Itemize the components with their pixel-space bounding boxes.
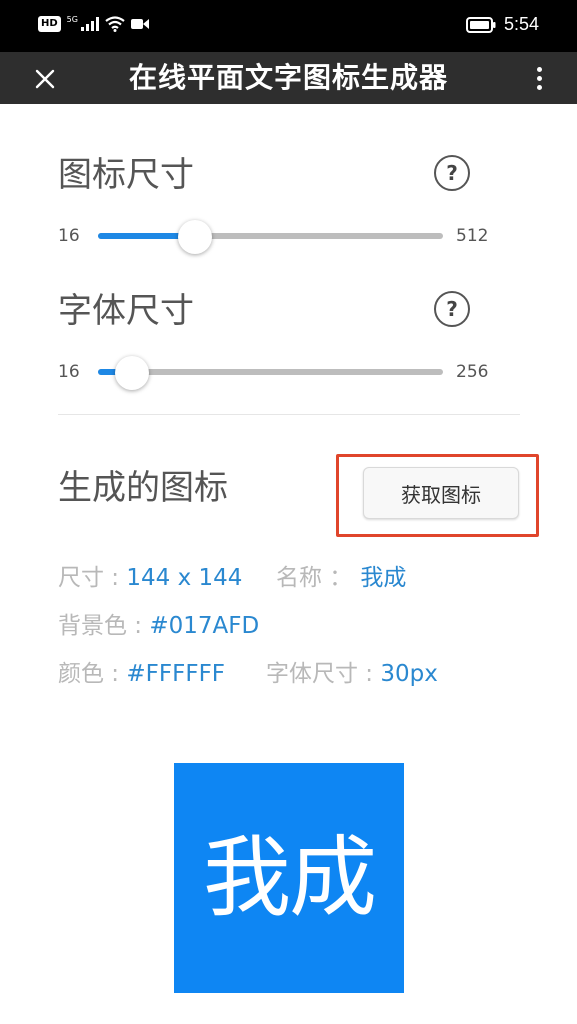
icon-size-slider[interactable]: [98, 233, 443, 239]
preview-text: 我成: [202, 826, 377, 929]
section-divider: [58, 414, 520, 415]
icon-size-max-label: 512: [456, 226, 489, 246]
status-time: 5:54: [503, 14, 539, 34]
color-label: 颜色 :: [58, 661, 127, 687]
icon-size-title: 图标尺寸: [58, 155, 194, 195]
hd-badge: HD: [38, 16, 61, 32]
font-size-min-label: 16: [58, 362, 80, 382]
name-value: 我成: [360, 565, 407, 591]
title-bar: 在线平面文字图标生成器: [0, 52, 577, 104]
generated-icon-preview: 我成: [174, 763, 404, 993]
font-size-slider[interactable]: [98, 369, 443, 375]
generated-icon-title: 生成的图标: [58, 468, 228, 508]
more-vertical-icon[interactable]: [527, 60, 551, 96]
status-bar: HD 5G 5:54: [0, 0, 577, 52]
get-icon-button[interactable]: 获取图标: [363, 467, 519, 519]
name-label: 名称 ：: [276, 565, 353, 591]
page-title: 在线平面文字图标生成器: [128, 61, 448, 94]
font-size-help-icon[interactable]: ?: [434, 291, 470, 327]
info-row-background: 背景色 : #017AFD: [58, 612, 259, 640]
icon-size-help-icon[interactable]: ?: [434, 155, 470, 191]
font-size-title: 字体尺寸: [58, 291, 194, 331]
status-left: HD 5G: [38, 16, 149, 32]
font-size-info-value: 30px: [380, 661, 438, 687]
status-right: 5:54: [465, 14, 539, 35]
size-value: 144 x 144: [126, 565, 243, 591]
video-camera-icon: [130, 19, 149, 29]
color-value: #FFFFFF: [126, 661, 226, 687]
font-size-slider-thumb[interactable]: [115, 356, 149, 390]
font-size-info-label: 字体尺寸 :: [266, 661, 381, 687]
background-color-label: 背景色 :: [58, 613, 150, 639]
icon-size-slider-thumb[interactable]: [178, 220, 212, 254]
wifi-icon: [105, 16, 125, 32]
icon-size-min-label: 16: [58, 226, 80, 246]
network-type-label: 5G: [66, 15, 78, 24]
signal-icon: [80, 17, 99, 31]
background-color-value: #017AFD: [149, 613, 260, 639]
size-label: 尺寸 :: [58, 565, 127, 591]
battery-icon: [465, 16, 496, 33]
font-size-max-label: 256: [456, 362, 489, 382]
